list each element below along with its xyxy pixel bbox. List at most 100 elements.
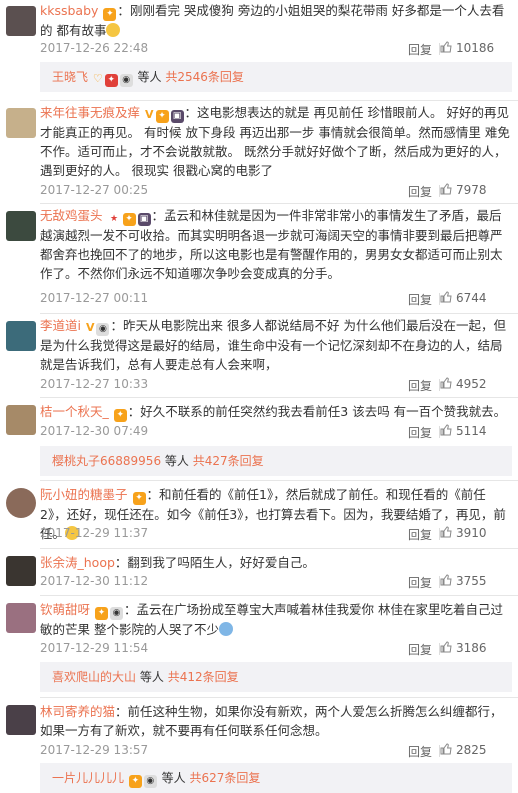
comment-username[interactable]: 来年往事无痕及痒 [40, 105, 140, 120]
reply-mid: 等人 [161, 771, 186, 785]
colon: ： [146, 487, 160, 502]
reply-summary[interactable]: 王晓飞 ♡ ✦ ◉ 等人 共2546条回复 [40, 62, 512, 92]
like-button[interactable]: 2825 [440, 743, 510, 757]
avatar[interactable] [6, 488, 36, 518]
reply-user[interactable]: 喜欢爬山的大山 [52, 670, 136, 684]
colon: ： [124, 602, 137, 617]
reply-button[interactable]: 回复 [408, 424, 432, 441]
comment-body: 桔一个秋天_ ✦ ：好久不联系的前任突然约我去看前任3 该去吗 有一百个赞我就去。 [40, 402, 512, 422]
comment-item: 桔一个秋天_ ✦ ：好久不联系的前任突然约我去看前任3 该去吗 有一百个赞我就去。… [0, 397, 518, 477]
comment-username[interactable]: 张余涛_hoop [40, 555, 115, 570]
comment-username[interactable]: 阮小妞的糖墨子 [40, 487, 128, 502]
comment-time: 2017-12-30 07:49 [40, 424, 149, 438]
like-button[interactable]: 3186 [440, 641, 510, 655]
panda-icon: ◉ [110, 607, 123, 620]
comment-username[interactable]: 桔一个秋天_ [40, 404, 109, 419]
reply-button[interactable]: 回复 [408, 526, 432, 543]
colon: ： [115, 704, 128, 719]
reply-count[interactable]: 共412条回复 [168, 670, 239, 684]
reply-button[interactable]: 回复 [408, 743, 432, 760]
comment-username[interactable]: 李道道i [40, 318, 81, 333]
comment-meta: 2017-12-27 00:25 回复 7978 [40, 183, 510, 199]
reply-summary[interactable]: 樱桃丸子66889956 等人 共427条回复 [40, 446, 512, 476]
comment-time: 2017-12-29 13:57 [40, 743, 149, 757]
vip-icon: ♡ [92, 72, 103, 85]
comment-item: 来年往事无痕及痒 V ✦ ▣ ：这电影想表达的就是 再见前任 珍惜眼前人。 好好的再见… [0, 100, 518, 202]
colon: ： [127, 404, 141, 419]
colon: ： [151, 208, 165, 223]
comment-item: kkssbaby ✦ ：刚刚看完 哭成傻狗 旁边的小姐姐哭的梨花带雨 好多都是一个… [0, 0, 518, 98]
avatar[interactable] [6, 603, 36, 633]
reply-count[interactable]: 共2546条回复 [165, 70, 244, 84]
reply-button[interactable]: 回复 [408, 574, 432, 591]
like-count: 3755 [456, 574, 487, 588]
smile-emoji-icon [106, 23, 121, 37]
reply-mid: 等人 [137, 70, 162, 84]
reply-button[interactable]: 回复 [408, 291, 432, 308]
reply-button[interactable]: 回复 [408, 183, 432, 200]
level-badge-icon: ✦ [128, 775, 142, 788]
like-count: 5114 [456, 424, 487, 438]
reply-user[interactable]: 一片儿儿儿儿 [52, 771, 124, 785]
comment-username[interactable]: 钦萌甜呀 [40, 602, 90, 617]
like-button[interactable]: 10186 [440, 41, 510, 55]
reply-user[interactable]: 樱桃丸子66889956 [52, 454, 161, 468]
comment-username[interactable]: 无敌鸡蛋头 [40, 208, 103, 223]
comment-time: 2017-12-27 00:11 [40, 291, 149, 305]
comment-body: 钦萌甜呀 ✦ ◉ ：孟云在广场扮成至尊宝大声喊着林佳我爱你 林佳在家里吃着自己过敏的… [40, 600, 512, 639]
like-button[interactable]: 7978 [440, 183, 510, 197]
comment-meta: 2017-12-29 11:54 回复 3186 [40, 641, 510, 657]
like-button[interactable]: 5114 [440, 424, 510, 438]
avatar[interactable] [6, 556, 36, 586]
like-button[interactable]: 4952 [440, 377, 510, 391]
level-badge-icon: ✦ [113, 409, 127, 422]
level-badge-icon: ✦ [132, 492, 146, 505]
comment-body: kkssbaby ✦ ：刚刚看完 哭成傻狗 旁边的小姐姐哭的梨花带雨 好多都是一个… [40, 1, 512, 40]
comment-body: 张余涛_hoop：翻到我了吗陌生人，好好爱自己。 [40, 553, 512, 572]
comment-body: 来年往事无痕及痒 V ✦ ▣ ：这电影想表达的就是 再见前任 珍惜眼前人。 好好的再见… [40, 103, 512, 180]
avatar[interactable] [6, 6, 36, 36]
comment-time: 2017-12-29 11:37 [40, 526, 149, 540]
reply-summary[interactable]: 一片儿儿儿儿 ✦ ◉ 等人 共627条回复 [40, 763, 512, 793]
star-icon: ★ [109, 214, 119, 224]
vip-icon: V [145, 108, 154, 121]
fan-badge-icon: ▣ [137, 213, 151, 226]
avatar[interactable] [6, 321, 36, 351]
avatar[interactable] [6, 211, 36, 241]
comment-meta: 2017-12-27 00:11 回复 6744 [40, 291, 510, 307]
reply-button[interactable]: 回复 [408, 641, 432, 658]
comment-time: 2017-12-26 22:48 [40, 41, 149, 55]
comment-body: 李道道i V ◉ ：昨天从电影院出来 很多人都说结局不好 为什么他们最后没在一起，但… [40, 316, 512, 374]
reply-button[interactable]: 回复 [408, 41, 432, 58]
comment-username[interactable]: 林司寄养的猫 [40, 704, 115, 719]
like-count: 4952 [456, 377, 487, 391]
avatar[interactable] [6, 108, 36, 138]
comment-body: 林司寄养的猫：前任这种生物，如果你没有新欢，两个人爱怎么折腾怎么纠缠都行，如果一… [40, 702, 512, 740]
comment-time: 2017-12-30 11:12 [40, 574, 149, 588]
reply-mid: 等人 [139, 670, 164, 684]
avatar[interactable] [6, 405, 36, 435]
comment-item: 阮小妞的糖墨子 ✦ ：和前任看的《前任1》，然后就成了前任。和现任看的《前任2》，… [0, 480, 518, 548]
reply-user[interactable]: 王晓飞 [52, 70, 88, 84]
reply-button[interactable]: 回复 [408, 377, 432, 394]
comment-item: 张余涛_hoop：翻到我了吗陌生人，好好爱自己。 2017-12-30 11:1… [0, 548, 518, 596]
comment-item: 无敌鸡蛋头 ★ ✦ ▣ ：孟云和林佳就是因为一件非常非常小的事情发生了矛盾，最后越演越… [0, 203, 518, 315]
thumbs-up-icon [440, 183, 452, 195]
reply-count[interactable]: 共627条回复 [190, 771, 261, 785]
like-count: 2825 [456, 743, 487, 757]
thumbs-up-icon [440, 291, 452, 303]
like-button[interactable]: 3755 [440, 574, 510, 588]
like-button[interactable]: 6744 [440, 291, 510, 305]
comment-meta: 2017-12-27 10:33 回复 4952 [40, 377, 510, 393]
avatar[interactable] [6, 705, 36, 735]
reply-summary[interactable]: 喜欢爬山的大山 等人 共412条回复 [40, 662, 512, 692]
like-button[interactable]: 3910 [440, 526, 510, 540]
comment-body: 无敌鸡蛋头 ★ ✦ ▣ ：孟云和林佳就是因为一件非常非常小的事情发生了矛盾，最后越演越… [40, 206, 512, 283]
comment-item: 李道道i V ◉ ：昨天从电影院出来 很多人都说结局不好 为什么他们最后没在一起，但… [0, 313, 518, 397]
reply-count[interactable]: 共427条回复 [193, 454, 264, 468]
comment-username[interactable]: kkssbaby [40, 3, 98, 18]
comment-text: 孟云在广场扮成至尊宝大声喊着林佳我爱你 林佳在家里吃着自己过敏的芒果 整个影院的… [40, 602, 503, 637]
thumbs-up-icon [440, 41, 452, 53]
panda-icon: ◉ [119, 74, 133, 87]
level-badge-icon: ✦ [95, 607, 108, 620]
